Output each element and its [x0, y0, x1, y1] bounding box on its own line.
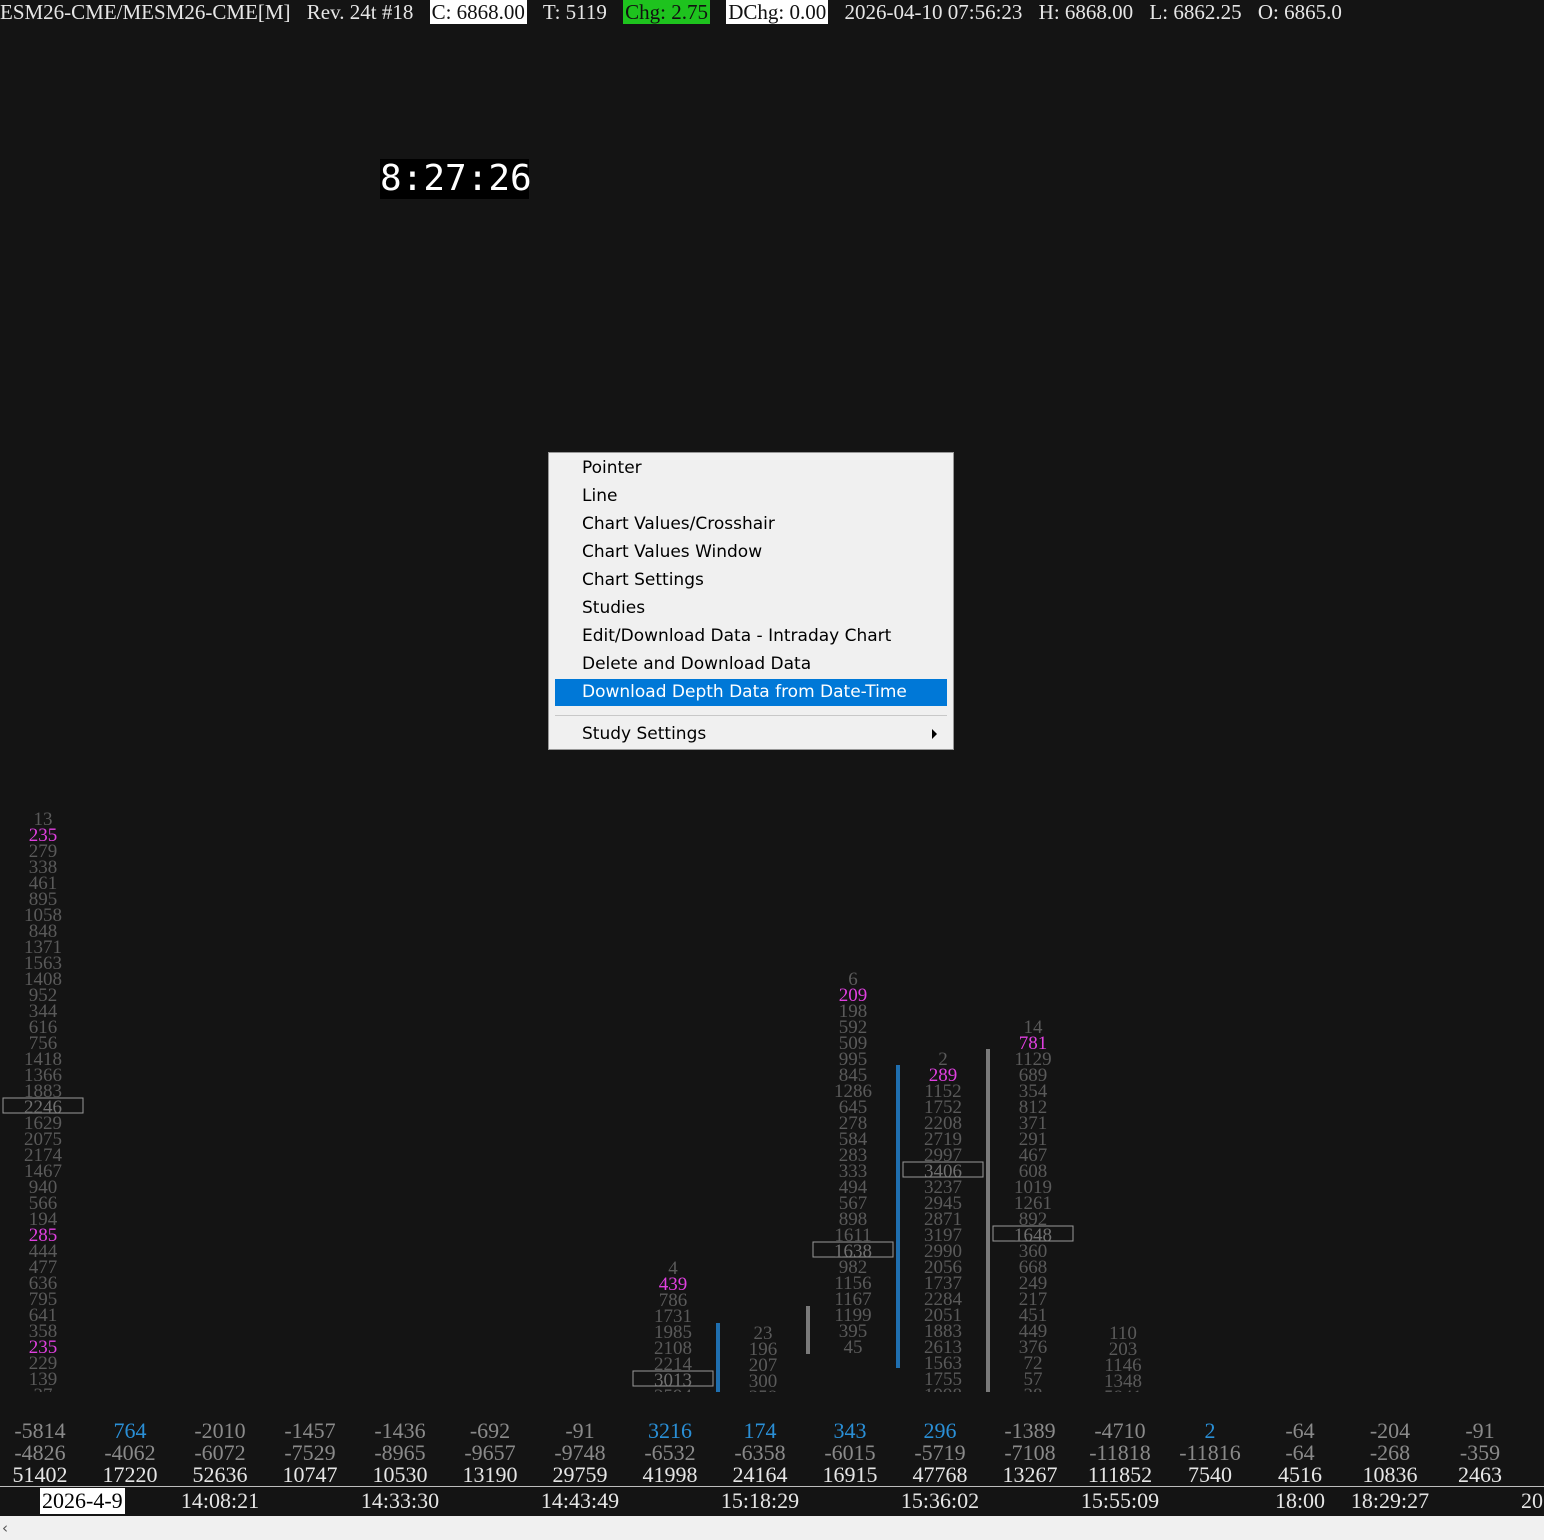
stat-cell-row3: 51402	[12, 1462, 68, 1487]
stat-cell-row2: -11818	[1089, 1440, 1151, 1465]
time-axis-label: 15:55:09	[1080, 1488, 1160, 1513]
stat-cell-row3: 13267	[1002, 1462, 1058, 1487]
stat-cell-row2: -7529	[284, 1440, 336, 1465]
depth-bar	[806, 1306, 810, 1354]
time-axis-label: 18:29:27	[1350, 1488, 1430, 1513]
stat-cell-row3: 111852	[1087, 1462, 1153, 1487]
stat-cell-row2: -6072	[194, 1440, 246, 1465]
stat-cell-row1: 296	[923, 1418, 957, 1443]
bar-statistics-table: -5814 764 -2010 -1457 -1436 -692 -91 3216 174 343…	[0, 1418, 1544, 1487]
stat-cell-row2: -8965	[374, 1440, 426, 1465]
time-axis-label: 14:08:21	[180, 1488, 260, 1513]
time-axis-date-label: 2026-4-9	[40, 1488, 125, 1514]
stat-cell-row3: 24164	[732, 1462, 788, 1487]
stat-cell-row3: 10530	[372, 1462, 428, 1487]
stat-cell-row2: -4826	[14, 1440, 66, 1465]
footprint-level: 45	[844, 1337, 863, 1358]
stat-cell-row1: -91	[565, 1418, 595, 1443]
menu-item-download-depth-data[interactable]: Download Depth Data from Date-Time	[555, 679, 947, 706]
time-axis-label: 14:33:30	[360, 1488, 440, 1513]
stat-cell-row2: -9748	[554, 1440, 606, 1465]
scroll-left-arrow-icon[interactable]: ‹	[2, 1520, 14, 1536]
menu-item-studies[interactable]: Studies	[555, 595, 947, 622]
stat-cell-row3: 4516	[1278, 1462, 1322, 1487]
menu-item-line[interactable]: Line	[555, 483, 947, 510]
time-axis-label: 18:00	[1274, 1488, 1326, 1513]
menu-item-chart-values-crosshair[interactable]: Chart Values/Crosshair	[555, 511, 947, 538]
stat-cell-row2: -6532	[644, 1440, 696, 1465]
stat-cell-row1: 2	[1204, 1418, 1216, 1443]
stat-cell-row2: -359	[1459, 1440, 1501, 1465]
submenu-arrow-icon	[932, 729, 937, 739]
stat-cell-row1: -1389	[1004, 1418, 1056, 1443]
time-axis-label: 14:43:49	[540, 1488, 620, 1513]
stat-cell-row2: -268	[1369, 1440, 1411, 1465]
stat-cell-row2: -11816	[1179, 1440, 1241, 1465]
menu-item-chart-values-window[interactable]: Chart Values Window	[555, 539, 947, 566]
stat-cell-row1: -692	[469, 1418, 511, 1443]
chart-bottom-mask	[0, 1392, 1544, 1410]
stat-cell-row3: 16915	[822, 1462, 878, 1487]
stat-cell-row2: -64	[1285, 1440, 1315, 1465]
stat-cell-row2: -4062	[104, 1440, 156, 1465]
stat-cell-row3: 10747	[282, 1462, 338, 1487]
time-axis-label: 20	[1521, 1488, 1543, 1513]
time-axis[interactable]: 2026-4-9 14:08:21 14:33:30 14:43:49 15:18:29…	[0, 1488, 1544, 1516]
stat-cell-row2: -7108	[1004, 1440, 1056, 1465]
menu-item-edit-download-data[interactable]: Edit/Download Data - Intraday Chart	[555, 623, 947, 650]
stat-cell-row1: 174	[743, 1418, 777, 1443]
stat-cell-row2: -6358	[734, 1440, 786, 1465]
depth-bar	[986, 1049, 990, 1392]
stat-cell-row1: -2010	[194, 1418, 246, 1443]
stat-cell-row1: 764	[113, 1418, 147, 1443]
stat-cell-row1: -64	[1285, 1418, 1315, 1443]
stat-cell-row1: -204	[1369, 1418, 1411, 1443]
stat-cell-row3: 47768	[912, 1462, 968, 1487]
stat-cell-row3: 7540	[1188, 1462, 1232, 1487]
stat-cell-row3: 2463	[1458, 1462, 1502, 1487]
time-axis-line	[0, 1486, 1544, 1487]
stat-cell-row1: -91	[1465, 1418, 1495, 1443]
depth-bar	[896, 1065, 900, 1368]
time-axis-label: 15:18:29	[720, 1488, 800, 1513]
depth-bar	[716, 1323, 720, 1392]
stat-cell-row2: -9657	[464, 1440, 516, 1465]
stat-cell-row3: 52636	[192, 1462, 248, 1487]
stat-cell-row1: -1436	[374, 1418, 426, 1443]
menu-item-chart-settings[interactable]: Chart Settings	[555, 567, 947, 594]
stat-cell-row1: 343	[833, 1418, 867, 1443]
stat-cell-row1: -5814	[14, 1418, 66, 1443]
menu-item-pointer[interactable]: Pointer	[555, 455, 947, 482]
stat-cell-row2: -6015	[824, 1440, 876, 1465]
stat-cell-row1: -1457	[284, 1418, 336, 1443]
menu-item-study-settings[interactable]: Study Settings	[555, 721, 947, 748]
stat-cell-row1: 3216	[648, 1418, 692, 1443]
stat-cell-row3: 13190	[462, 1462, 518, 1487]
time-axis-label: 15:36:02	[900, 1488, 980, 1513]
menu-separator	[555, 715, 947, 716]
stat-cell-row2: -5719	[914, 1440, 966, 1465]
stat-cell-row3: 29759	[552, 1462, 608, 1487]
context-menu[interactable]: Pointer Line Chart Values/Crosshair Char…	[548, 452, 954, 750]
menu-item-study-settings-label: Study Settings	[582, 724, 707, 744]
horizontal-scrollbar[interactable]: ‹	[0, 1516, 1544, 1540]
stat-cell-row3: 10836	[1362, 1462, 1418, 1487]
stat-cell-row3: 17220	[102, 1462, 158, 1487]
stat-cell-row3: 41998	[642, 1462, 698, 1487]
menu-item-delete-and-download-data[interactable]: Delete and Download Data	[555, 651, 947, 678]
stat-cell-row1: -4710	[1094, 1418, 1146, 1443]
